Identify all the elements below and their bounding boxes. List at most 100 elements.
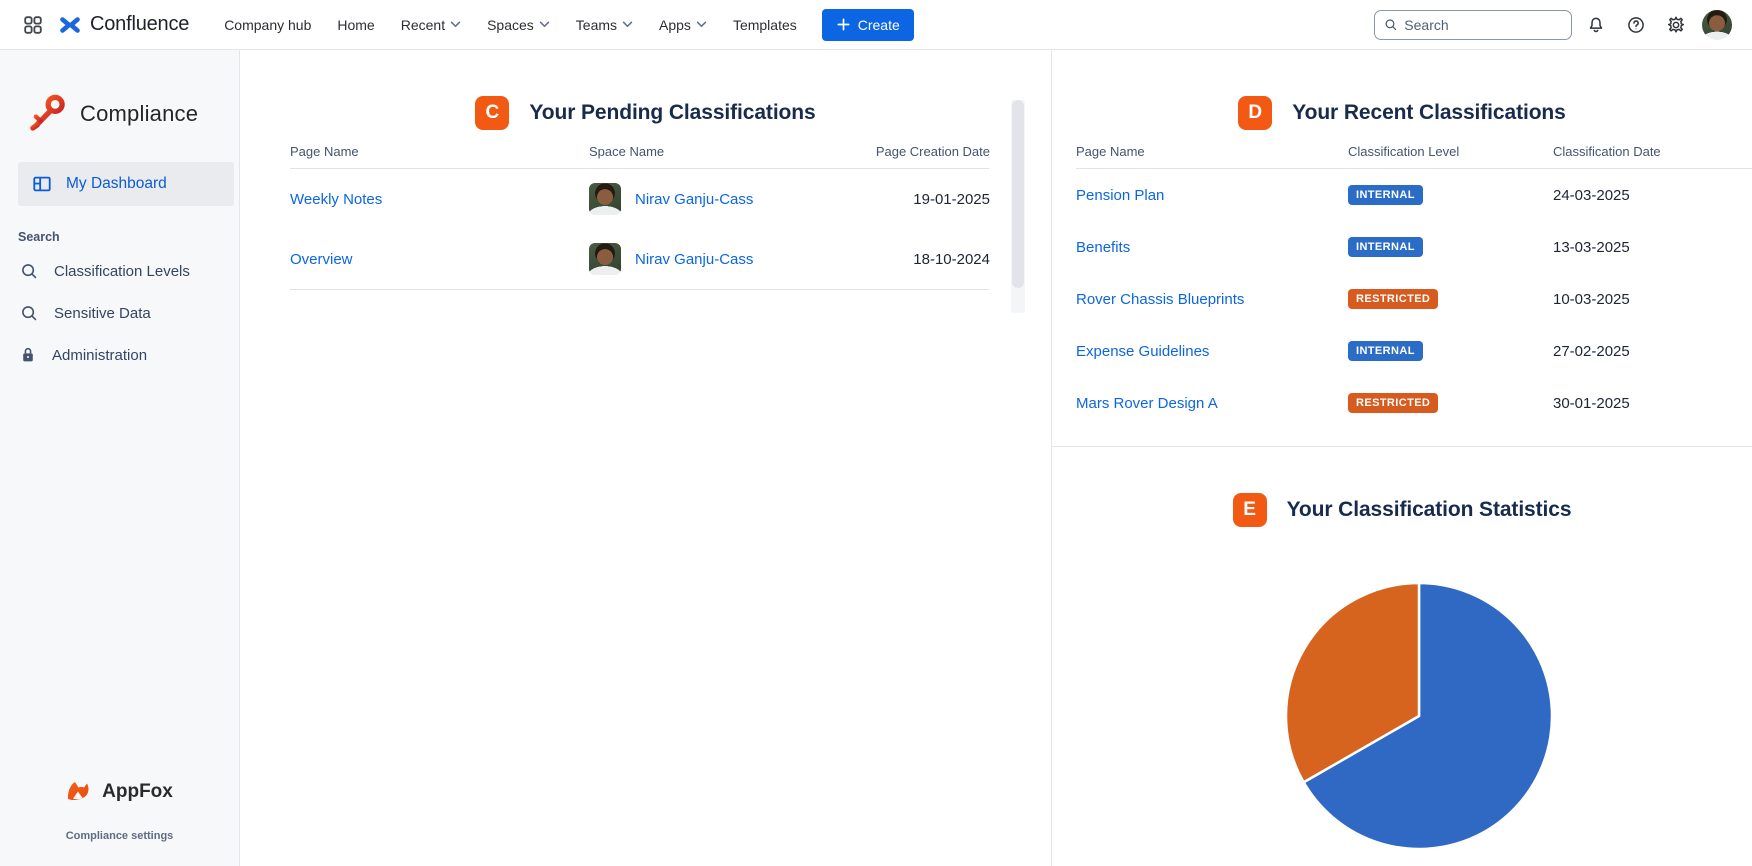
chevron-down-icon xyxy=(622,21,633,28)
search-icon xyxy=(22,306,37,321)
recent-table: Page Name Classification Level Classific… xyxy=(1076,144,1752,429)
top-navigation-bar: Confluence Company hub Home Recent Spaces Te… xyxy=(0,0,1752,50)
col-classification-date: Classification Date xyxy=(1553,144,1661,159)
classification-level-badge: RESTRICTED xyxy=(1348,289,1439,309)
sidebar-item-classification-levels[interactable]: Classification Levels xyxy=(0,250,239,292)
fox-icon xyxy=(68,782,89,801)
compliance-app-brand: Compliance xyxy=(0,50,239,136)
key-icon xyxy=(30,94,65,131)
sidebar-item-label: Sensitive Data xyxy=(54,304,151,322)
page-link[interactable]: Pension Plan xyxy=(1076,187,1348,204)
search-icon xyxy=(22,264,37,279)
recent-table-body: Pension Plan INTERNAL 24-03-2025 Benefits IN… xyxy=(1076,169,1752,429)
page-link[interactable]: Benefits xyxy=(1076,239,1348,256)
sidebar-footer: AppFox Compliance settings xyxy=(0,780,239,842)
create-button[interactable]: Create xyxy=(821,8,914,41)
recent-table-header: Page Name Classification Level Classific… xyxy=(1076,144,1752,169)
space-avatar xyxy=(589,183,621,215)
nav-item-templates[interactable]: Templates xyxy=(720,0,810,49)
space-link[interactable]: Nirav Ganju-Cass xyxy=(635,251,753,268)
panel-classification-statistics: E Your Classification Statistics xyxy=(1052,447,1752,866)
confluence-mark-icon xyxy=(60,16,80,33)
chevron-down-icon xyxy=(539,21,550,28)
appfox-name: AppFox xyxy=(102,781,173,802)
space-avatar xyxy=(589,243,621,275)
user-avatar[interactable] xyxy=(1702,9,1732,40)
create-button-label: Create xyxy=(857,16,900,33)
sidebar-search-items: Classification Levels Sensitive Data Admin… xyxy=(0,250,239,376)
sidebar-item-label: Classification Levels xyxy=(54,262,190,280)
table-row: Mars Rover Design A RESTRICTED 30-01-2025 xyxy=(1076,377,1752,429)
page-creation-date: 19-01-2025 xyxy=(913,190,990,208)
classification-date: 24-03-2025 xyxy=(1553,186,1630,204)
nav-item-label: Company hub xyxy=(224,16,312,33)
col-page-name: Page Name xyxy=(290,144,359,159)
page-link[interactable]: Rover Chassis Blueprints xyxy=(1076,291,1348,308)
col-page-name: Page Name xyxy=(1076,144,1145,159)
search-icon xyxy=(1385,19,1397,31)
page-link[interactable]: Weekly Notes xyxy=(290,191,589,208)
page-creation-date: 18-10-2024 xyxy=(913,250,990,268)
classification-date: 13-03-2025 xyxy=(1553,238,1630,256)
pending-title: Your Pending Classifications xyxy=(529,101,816,124)
sidebar-item-label: Administration xyxy=(52,346,148,364)
vertical-scrollbar-track xyxy=(1011,100,1025,313)
nav-item-label: Spaces xyxy=(487,16,534,33)
main-nav-items: Company hub Home Recent Spaces Teams Apps Temp… xyxy=(211,0,810,49)
pending-table-header: Page Name Space Name Page Creation Date xyxy=(290,144,990,169)
nav-item-apps[interactable]: Apps xyxy=(646,0,720,49)
confluence-logo[interactable]: Confluence xyxy=(58,13,189,37)
sidebar-item-label: My Dashboard xyxy=(66,175,167,192)
panel-recent-classifications: D Your Recent Classifications Page Name … xyxy=(1052,50,1752,447)
pending-table-body: Weekly Notes Nirav Ganju-Cass 19-01-2025 Ov… xyxy=(290,169,990,290)
vertical-scrollbar-thumb[interactable] xyxy=(1012,100,1024,288)
nav-item-spaces[interactable]: Spaces xyxy=(474,0,563,49)
nav-item-company-hub[interactable]: Company hub xyxy=(211,0,324,49)
app-switcher-icon[interactable] xyxy=(16,8,50,42)
classification-pie-chart xyxy=(1052,573,1752,859)
page-link[interactable]: Mars Rover Design A xyxy=(1076,395,1348,412)
space-link[interactable]: Nirav Ganju-Cass xyxy=(635,191,753,208)
nav-item-teams[interactable]: Teams xyxy=(563,0,646,49)
nav-item-label: Templates xyxy=(732,16,797,33)
col-page-creation-date: Page Creation Date xyxy=(875,144,990,159)
nav-item-recent[interactable]: Recent xyxy=(388,0,474,49)
dashboard-icon xyxy=(33,176,51,192)
section-badge-c: C xyxy=(475,96,510,130)
page-link[interactable]: Expense Guidelines xyxy=(1076,343,1348,360)
table-row: Rover Chassis Blueprints RESTRICTED 10-03-… xyxy=(1076,273,1752,325)
compliance-sidebar: Compliance My Dashboard Search Classific… xyxy=(0,50,240,866)
classification-level-badge: RESTRICTED xyxy=(1348,393,1439,413)
pending-table: Page Name Space Name Page Creation Date … xyxy=(290,144,990,290)
nav-item-label: Recent xyxy=(400,16,446,33)
plus-icon xyxy=(837,18,850,31)
section-badge-d: D xyxy=(1238,96,1273,130)
nav-item-label: Teams xyxy=(575,16,618,33)
table-row: Overview Nirav Ganju-Cass 18-10-2024 xyxy=(290,229,990,289)
sidebar-item-administration[interactable]: Administration xyxy=(0,334,239,376)
recent-title: Your Recent Classifications xyxy=(1292,101,1566,124)
stats-title: Your Classification Statistics xyxy=(1286,498,1572,521)
stats-panel-title: E Your Classification Statistics xyxy=(1052,447,1752,527)
global-search[interactable] xyxy=(1374,9,1572,40)
notifications-bell-icon[interactable] xyxy=(1580,9,1612,41)
classification-date: 10-03-2025 xyxy=(1553,290,1630,308)
table-row: Pension Plan INTERNAL 24-03-2025 xyxy=(1076,169,1752,221)
pending-panel-title: C Your Pending Classifications xyxy=(240,50,1051,130)
chevron-down-icon xyxy=(450,21,461,28)
sidebar-item-sensitive-data[interactable]: Sensitive Data xyxy=(0,292,239,334)
appfox-logo: AppFox xyxy=(0,780,239,804)
help-icon[interactable] xyxy=(1620,9,1652,41)
settings-gear-icon[interactable] xyxy=(1660,9,1692,41)
nav-item-home[interactable]: Home xyxy=(324,0,387,49)
classification-date: 30-01-2025 xyxy=(1553,394,1630,412)
compliance-settings-link[interactable]: Compliance settings xyxy=(0,830,239,842)
sidebar-item-my-dashboard[interactable]: My Dashboard xyxy=(18,162,234,206)
dashboard-content: C Your Pending Classifications Page Name… xyxy=(240,50,1752,866)
page-link[interactable]: Overview xyxy=(290,251,589,268)
classification-level-badge: INTERNAL xyxy=(1348,185,1423,205)
classification-level-badge: INTERNAL xyxy=(1348,341,1423,361)
search-input[interactable] xyxy=(1404,16,1562,33)
col-classification-level: Classification Level xyxy=(1348,144,1460,159)
col-space-name: Space Name xyxy=(589,144,665,159)
